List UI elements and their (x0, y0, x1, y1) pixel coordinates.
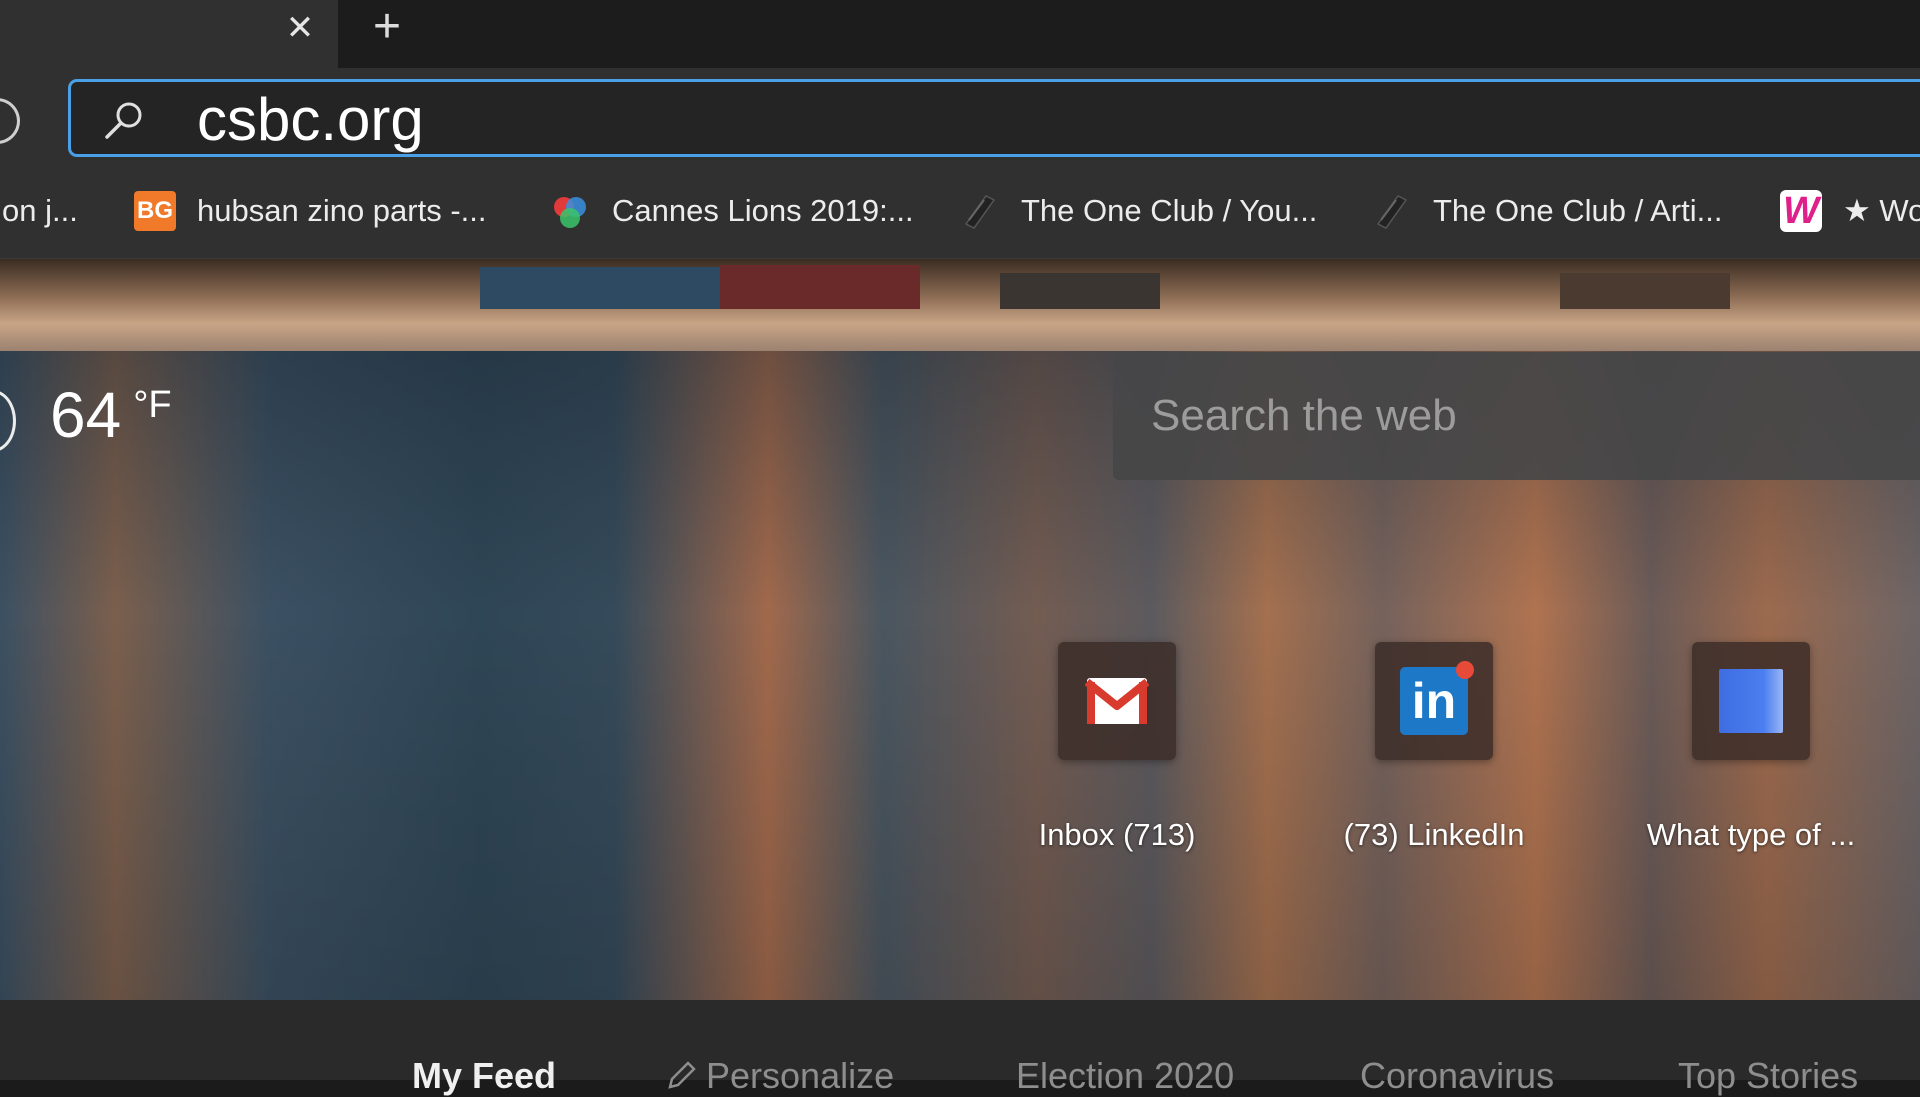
quick-link-label: Inbox (713) (1038, 817, 1196, 852)
gmail-icon (1058, 642, 1176, 760)
browser-toolbar: csbc.org (0, 68, 1920, 168)
feed-nav: My Feed Personalize Election 2020 Corona… (0, 1000, 1920, 1096)
favorites-bar: on j... BG hubsan zino parts -... Cannes… (0, 168, 1920, 259)
favorite-label: hubsan zino parts -... (197, 193, 487, 228)
photo-shoreline (0, 259, 1920, 351)
quick-link-label: (73) LinkedIn (1343, 817, 1525, 852)
refresh-icon[interactable] (0, 98, 20, 144)
favorite-label: on j... (2, 193, 78, 228)
favorite-label: The One Club / Arti... (1433, 193, 1723, 228)
web-search-box[interactable] (1113, 352, 1920, 480)
cannes-lions-icon (548, 189, 592, 233)
bg-logo-icon: BG (133, 189, 177, 233)
tab-top-stories[interactable]: Top Stories (1678, 1055, 1858, 1097)
weather-widget[interactable]: 64 °F (50, 378, 172, 452)
new-tab-button[interactable]: + (364, 3, 410, 51)
weather-unit: °F (133, 384, 172, 426)
active-tab[interactable]: ✕ (0, 0, 338, 68)
linkedin-logo-text: in (1411, 673, 1457, 729)
quick-link-tile[interactable]: Inbox (713) (1007, 642, 1227, 872)
address-url-text[interactable]: csbc.org (197, 88, 424, 152)
tab-strip: ✕ + (0, 0, 1920, 68)
quick-link-tile[interactable]: in (73) LinkedIn (1324, 642, 1544, 872)
favorite-item[interactable]: The One Club / Arti... (1369, 186, 1722, 236)
search-icon (105, 102, 142, 139)
favorite-label: The One Club / You... (1021, 193, 1318, 228)
weather-temperature: 64 (50, 379, 122, 451)
bg-logo-text: BG (134, 191, 176, 231)
favorite-item[interactable]: The One Club / You... (957, 186, 1317, 236)
one-club-icon (957, 189, 1001, 233)
favorite-label: ★ Wo (1843, 193, 1920, 228)
favorite-item[interactable]: BG hubsan zino parts -... (133, 186, 487, 236)
one-club-icon (1369, 189, 1413, 233)
tab-personalize-label: Personalize (706, 1055, 895, 1096)
address-bar[interactable]: csbc.org (68, 79, 1920, 157)
linkedin-logo: in (1400, 661, 1474, 735)
tab-personalize[interactable]: Personalize (664, 1055, 894, 1097)
quick-link-label: What type of ... (1646, 817, 1856, 852)
tab-coronavirus[interactable]: Coronavirus (1360, 1055, 1554, 1097)
blue-square-icon (1692, 642, 1810, 760)
favorite-label: Cannes Lions 2019:... (612, 193, 914, 228)
notification-dot-icon (1456, 661, 1474, 679)
w-logo-text: W (1780, 190, 1822, 232)
web-search-input[interactable] (1149, 382, 1913, 450)
w-logo-icon: W (1779, 189, 1823, 233)
pencil-icon (668, 1061, 696, 1089)
linkedin-icon: in (1375, 642, 1493, 760)
tab-my-feed[interactable]: My Feed (412, 1055, 556, 1097)
tab-close-icon[interactable]: ✕ (282, 10, 318, 46)
favorite-item[interactable]: on j... (2, 186, 78, 236)
tab-election-2020[interactable]: Election 2020 (1016, 1055, 1234, 1097)
favorite-item[interactable]: W ★ Wo (1779, 186, 1920, 236)
quick-link-tile[interactable]: What type of ... (1641, 642, 1861, 872)
favorite-item[interactable]: Cannes Lions 2019:... (548, 186, 914, 236)
